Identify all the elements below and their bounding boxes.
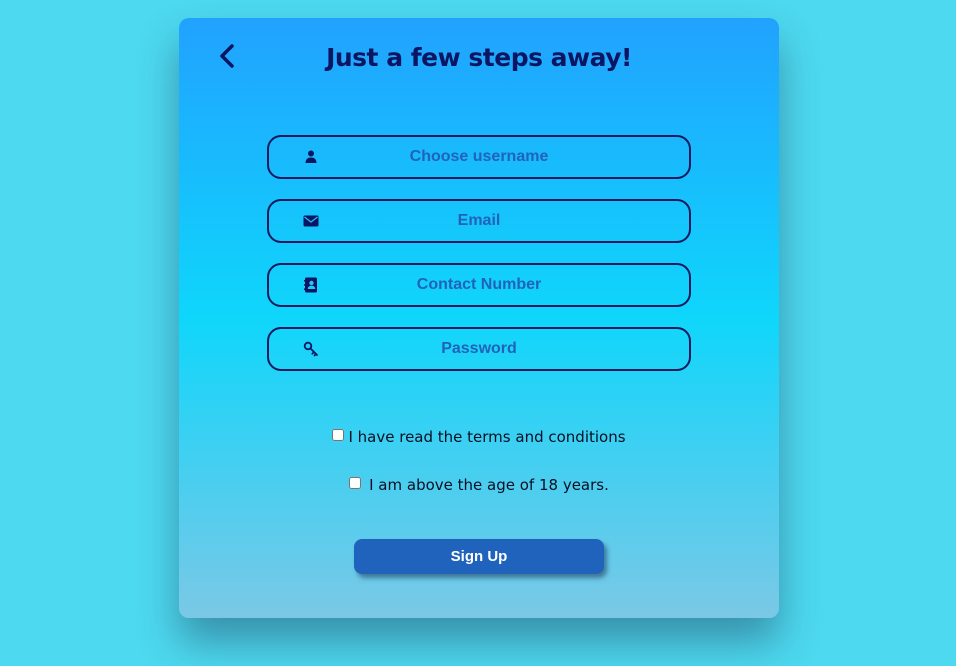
- contact-number-input[interactable]: [269, 265, 689, 305]
- email-field-wrapper: [267, 199, 691, 243]
- terms-checkbox-label: I have read the terms and conditions: [348, 428, 626, 446]
- username-input[interactable]: [269, 137, 689, 177]
- contact-number-field-wrapper: [267, 263, 691, 307]
- terms-checkbox-row: I have read the terms and conditions: [179, 428, 779, 446]
- terms-checkbox[interactable]: [332, 429, 345, 441]
- age-checkbox-row: I am above the age of 18 years.: [179, 476, 779, 494]
- age-checkbox-label: I am above the age of 18 years.: [369, 476, 609, 494]
- age-checkbox[interactable]: [349, 477, 362, 489]
- signup-card: Just a few steps away! Choose username E…: [179, 18, 779, 618]
- password-field-wrapper: [267, 327, 691, 371]
- email-input[interactable]: [269, 201, 689, 241]
- sign-up-button[interactable]: Sign Up: [354, 539, 604, 574]
- username-field-wrapper: [267, 135, 691, 179]
- password-input[interactable]: [269, 329, 689, 369]
- page-title: Just a few steps away!: [326, 43, 632, 72]
